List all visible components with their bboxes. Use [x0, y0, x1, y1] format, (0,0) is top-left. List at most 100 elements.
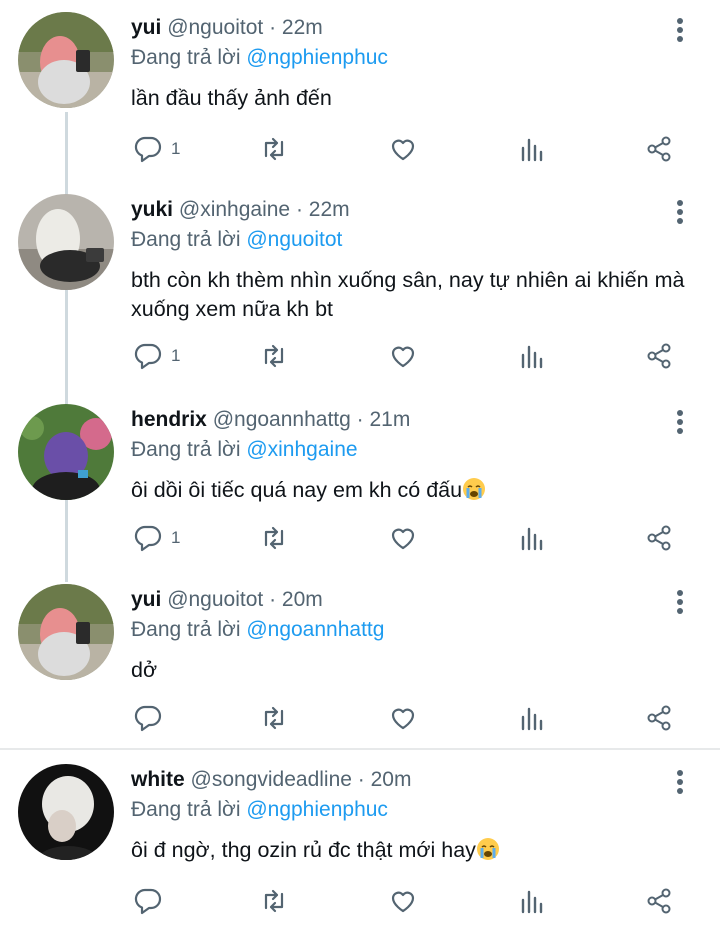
retweet-button[interactable] [259, 520, 289, 556]
like-button[interactable] [388, 338, 418, 374]
replying-to-mention[interactable]: @xinhgaine [246, 438, 357, 461]
share-button[interactable] [644, 883, 674, 919]
heart-icon [391, 708, 415, 730]
more-vertical-icon[interactable] [666, 198, 694, 226]
analytics-bars-icon [521, 527, 543, 551]
more-vertical-icon[interactable] [666, 768, 694, 796]
more-vertical-icon[interactable] [666, 588, 694, 616]
analytics-bars-icon [521, 890, 543, 914]
reply-bubble-icon [134, 705, 162, 732]
share-button[interactable] [644, 700, 674, 736]
timestamp[interactable]: · 20m [358, 768, 412, 791]
replying-to-label: Đang trả lời [131, 438, 241, 461]
timestamp[interactable]: · 22m [269, 16, 323, 39]
avatar-yui[interactable] [18, 12, 114, 108]
analytics-bars-icon [521, 138, 543, 162]
share-icon [647, 343, 671, 369]
avatar-yuki[interactable] [18, 194, 114, 290]
user-handle[interactable]: @xinhgaine [179, 198, 290, 221]
display-name[interactable]: yui [131, 588, 161, 611]
user-handle[interactable]: @songvideadline [191, 768, 352, 791]
reply-button[interactable]: 1 [133, 338, 180, 374]
tweet-4[interactable]: yui @nguoitot · 20m Đang trả lời @ngoann… [0, 572, 720, 748]
share-icon [647, 888, 671, 914]
heart-icon [391, 528, 415, 550]
replying-to-label: Đang trả lời [131, 798, 241, 821]
like-button[interactable] [388, 883, 418, 919]
loudly-crying-face-emoji [476, 838, 499, 860]
tweet-text: bth còn kh thèm nhìn xuống sân, nay tự n… [131, 268, 685, 321]
avatar-hendrix[interactable] [18, 404, 114, 500]
share-icon [647, 525, 671, 551]
like-button[interactable] [388, 131, 418, 167]
share-button[interactable] [644, 520, 674, 556]
display-name[interactable]: white [131, 768, 185, 791]
retweet-button[interactable] [259, 338, 289, 374]
tweet-actions: 1 [0, 131, 720, 167]
replying-to: Đang trả lời @xinhgaine [131, 438, 358, 462]
views-button[interactable] [517, 131, 547, 167]
replying-to-mention[interactable]: @ngphienphuc [246, 798, 388, 821]
replying-to-mention[interactable]: @ngoannhattg [246, 618, 384, 641]
replying-to-label: Đang trả lời [131, 228, 241, 251]
retweet-button[interactable] [259, 131, 289, 167]
reply-count: 1 [171, 346, 181, 365]
tweet-divider [0, 748, 720, 750]
tweet-1[interactable]: yui @nguoitot · 22m Đang trả lời @ngphie… [0, 0, 720, 182]
timestamp[interactable]: · 22m [296, 198, 350, 221]
share-button[interactable] [644, 338, 674, 374]
tweet-2[interactable]: yuki @xinhgaine · 22m Đang trả lời @nguo… [0, 182, 720, 392]
tweet-5[interactable]: white @songvideadline · 20m Đang trả lời… [0, 752, 720, 932]
display-name[interactable]: yuki [131, 198, 173, 221]
tweet-actions: 1 [0, 338, 720, 374]
reply-button[interactable] [133, 700, 163, 736]
more-vertical-icon[interactable] [666, 16, 694, 44]
reply-bubble-icon [134, 343, 162, 370]
like-button[interactable] [388, 520, 418, 556]
replying-to: Đang trả lời @nguoitot [131, 228, 342, 252]
avatar-yui[interactable] [18, 584, 114, 680]
share-button[interactable] [644, 131, 674, 167]
replying-to-label: Đang trả lời [131, 46, 241, 69]
timestamp[interactable]: · 21m [357, 408, 411, 431]
heart-icon [391, 346, 415, 368]
display-name[interactable]: yui [131, 16, 161, 39]
replying-to-mention[interactable]: @ngphienphuc [246, 46, 388, 69]
views-button[interactable] [517, 700, 547, 736]
views-button[interactable] [517, 883, 547, 919]
replying-to: Đang trả lời @ngphienphuc [131, 46, 388, 70]
tweet-text: ôi dồi ôi tiếc quá nay em kh có đấu [131, 478, 463, 502]
reply-count: 1 [171, 528, 181, 547]
reply-button[interactable]: 1 [133, 131, 180, 167]
like-button[interactable] [388, 700, 418, 736]
tweet-header: hendrix @ngoannhattg · 21m [131, 408, 410, 432]
analytics-bars-icon [521, 345, 543, 369]
tweet-header: yui @nguoitot · 20m [131, 588, 323, 612]
more-vertical-icon[interactable] [666, 408, 694, 436]
user-handle[interactable]: @nguoitot [167, 16, 263, 39]
reply-button[interactable]: 1 [133, 520, 180, 556]
tweet-3[interactable]: hendrix @ngoannhattg · 21m Đang trả lời … [0, 392, 720, 572]
replying-to: Đang trả lời @ngoannhattg [131, 618, 384, 642]
replying-to: Đang trả lời @ngphienphuc [131, 798, 388, 822]
tweet-header: yui @nguoitot · 22m [131, 16, 323, 40]
avatar-white[interactable] [18, 764, 114, 860]
user-handle[interactable]: @nguoitot [167, 588, 263, 611]
retweet-button[interactable] [259, 700, 289, 736]
replying-to-mention[interactable]: @nguoitot [246, 228, 342, 251]
views-button[interactable] [517, 338, 547, 374]
loudly-crying-face-emoji [463, 478, 486, 500]
reply-button[interactable] [133, 883, 163, 919]
views-button[interactable] [517, 520, 547, 556]
timestamp[interactable]: · 20m [269, 588, 323, 611]
tweet-actions [0, 700, 720, 736]
retweet-button[interactable] [259, 883, 289, 919]
tweet-header: white @songvideadline · 20m [131, 768, 411, 792]
tweet-text: lần đầu thấy ảnh đến [131, 86, 332, 110]
tweet-text-container: ôi dồi ôi tiếc quá nay em kh có đấu [131, 476, 691, 505]
reply-bubble-icon [134, 525, 162, 552]
reply-bubble-icon [134, 888, 162, 915]
tweet-actions [0, 883, 720, 919]
display-name[interactable]: hendrix [131, 408, 207, 431]
user-handle[interactable]: @ngoannhattg [213, 408, 351, 431]
